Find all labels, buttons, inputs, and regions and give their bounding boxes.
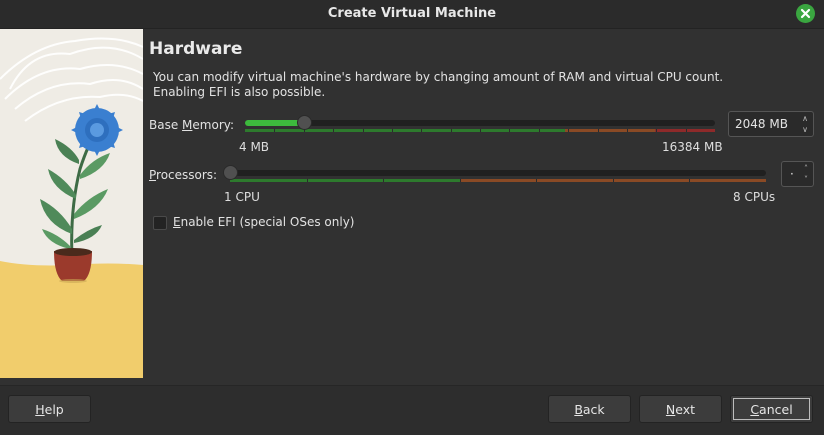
scale-tick [421,129,423,132]
processors-spinbox[interactable]: · ˄ ˅ [781,161,814,187]
base-memory-label-rest: emory: [192,118,235,132]
cpu-scale-safe [230,179,460,182]
scale-tick [333,129,335,132]
base-memory-value: 2048 MB [735,117,788,131]
base-memory-spinbox[interactable]: 2048 MB ∧ ∨ [728,111,814,137]
processors-slider-handle[interactable] [223,165,238,180]
wizard-illustration [0,29,143,378]
hardware-panel: Hardware You can modify virtual machine'… [148,29,824,385]
processors-scale [230,179,766,182]
scale-tick [536,179,538,182]
button-bar: Help Back Next Cancel [0,385,824,435]
close-icon [800,8,811,19]
description-line-1: You can modify virtual machine's hardwar… [153,70,724,84]
scale-tick [383,179,385,182]
base-memory-label-mnemonic: M [182,118,193,132]
processors-label-rest: rocessors: [156,168,218,182]
base-memory-spin-arrows: ∧ ∨ [799,113,811,135]
memory-scale-safe [245,129,565,132]
base-memory-scale [245,129,715,132]
memory-scale-warn [565,129,655,132]
base-memory-slider-fill [245,120,304,126]
next-rest: ext [675,401,696,417]
enable-efi-label-rest: nable EFI (special OSes only) [180,215,355,229]
base-memory-slider-handle[interactable] [296,115,312,130]
processors-label-mnemonic: P [149,168,157,182]
enable-efi-checkbox[interactable] [153,216,167,230]
next-button[interactable]: Next [639,395,722,423]
base-memory-slider[interactable] [245,120,715,126]
chevron-up-icon[interactable]: ∧ [799,113,811,124]
scale-tick [689,179,691,182]
wizard-page: Hardware You can modify virtual machine'… [0,29,824,385]
help-mnemonic: H [35,401,45,417]
chevron-down-icon[interactable]: ˅ [800,174,812,185]
cancel-rest: ancel [759,401,793,417]
enable-efi-label[interactable]: Enable EFI (special OSes only) [173,215,354,229]
back-button[interactable]: Back [548,395,631,423]
scale-tick [459,179,461,182]
title-bar: Create Virtual Machine [0,0,824,29]
description-line-2: Enabling EFI is also possible. [153,85,326,99]
processors-label: Processors: [149,168,217,182]
scale-tick [597,129,599,132]
cancel-button[interactable]: Cancel [730,395,813,423]
next-mnemonic: N [665,401,676,417]
back-mnemonic: B [574,401,583,417]
enable-efi-label-mnemonic: E [173,215,181,229]
processors-slider[interactable] [230,170,766,176]
scale-tick [538,129,540,132]
processors-spin-arrows: ˄ ˅ [800,163,812,185]
chevron-down-icon[interactable]: ∨ [799,124,811,135]
memory-max-label: 16384 MB [662,140,723,154]
cpu-max-label: 8 CPUs [733,190,776,204]
scale-tick [656,129,658,132]
base-memory-label: Base Memory: [149,118,234,132]
scale-tick [391,129,393,132]
page-description: You can modify virtual machine's hardwar… [153,70,773,100]
chevron-up-icon[interactable]: ˄ [800,163,812,174]
scale-tick [450,129,452,132]
scale-tick [274,129,276,132]
cpu-min-label: 1 CPU [224,190,260,204]
scale-tick [509,129,511,132]
scale-tick [480,129,481,132]
close-button[interactable] [796,4,815,23]
page-title: Hardware [149,39,243,59]
scale-tick [568,129,570,132]
scale-tick [306,179,308,182]
scale-tick [626,129,628,132]
help-button[interactable]: Help [8,395,91,423]
base-memory-label-prefix: Base [149,118,183,132]
help-rest: elp [44,401,64,417]
back-rest: ack [582,401,605,417]
memory-min-label: 4 MB [239,140,270,154]
window-title: Create Virtual Machine [327,6,497,21]
processors-value: · [790,167,794,181]
cancel-mnemonic: C [750,401,760,417]
scale-tick [362,129,364,132]
scale-tick [685,129,687,132]
scale-tick [612,179,614,182]
plant-illustration [0,29,143,378]
